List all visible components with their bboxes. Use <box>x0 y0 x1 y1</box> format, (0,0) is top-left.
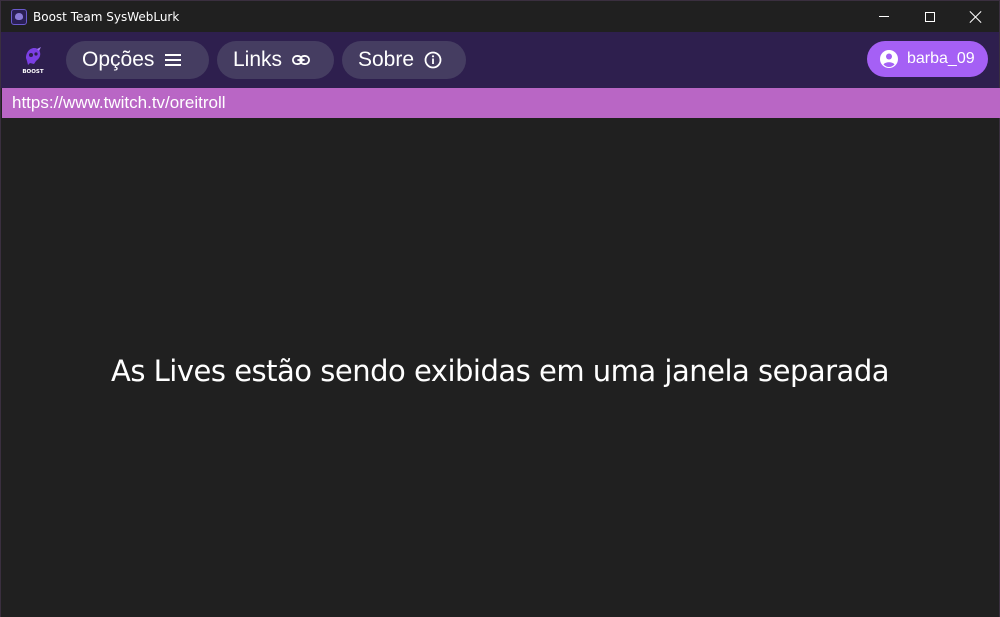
about-menu-button[interactable]: Sobre <box>342 41 466 79</box>
user-account-button[interactable]: barba_09 <box>867 41 988 77</box>
username: barba_09 <box>907 50 975 67</box>
status-message: As Lives estão sendo exibidas em uma jan… <box>110 354 890 388</box>
window-controls <box>861 1 999 32</box>
options-menu-button[interactable]: Opções <box>66 41 209 79</box>
close-icon <box>970 11 982 23</box>
links-label: Links <box>233 48 283 71</box>
minimize-icon <box>879 16 889 17</box>
close-button[interactable] <box>953 1 999 32</box>
title-bar[interactable]: Boost Team SysWebLurk <box>1 1 999 32</box>
options-label: Opções <box>82 48 155 71</box>
maximize-button[interactable] <box>907 1 953 32</box>
info-icon <box>424 51 442 69</box>
logo-text: BOOST <box>22 69 44 75</box>
link-icon <box>292 51 311 69</box>
main-content: As Lives estão sendo exibidas em uma jan… <box>1 118 999 617</box>
app-bar: BOOST Opções Links Sobre barba_09 <box>1 32 999 88</box>
links-menu-button[interactable]: Links <box>217 41 334 79</box>
window-title: Boost Team SysWebLurk <box>33 9 180 24</box>
current-url: https://www.twitch.tv/oreitroll <box>12 93 226 112</box>
maximize-icon <box>925 11 935 22</box>
hamburger-menu-icon <box>164 51 182 69</box>
app-icon <box>11 8 27 25</box>
minimize-button[interactable] <box>861 1 907 32</box>
account-circle-icon <box>880 50 898 68</box>
app-window: Boost Team SysWebLurk BOOST Opções Links… <box>0 0 1000 617</box>
boost-logo-icon[interactable]: BOOST <box>17 44 49 76</box>
url-bar[interactable]: https://www.twitch.tv/oreitroll <box>2 88 1000 118</box>
about-label: Sobre <box>358 48 415 71</box>
